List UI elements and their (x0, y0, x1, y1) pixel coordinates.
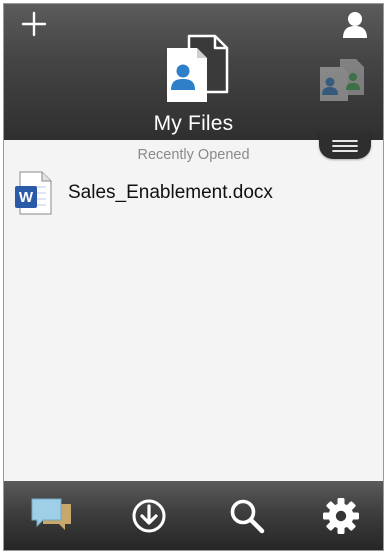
user-icon (343, 12, 367, 38)
header-bar: My Files (4, 4, 383, 140)
file-name: Sales_Enablement.docx (68, 182, 273, 203)
word-document-icon: W (15, 171, 52, 215)
download-icon (132, 499, 166, 533)
add-button[interactable] (18, 8, 50, 40)
app-frame: My Files Recently Opened W Sales_Enablem… (3, 3, 384, 551)
account-button[interactable] (337, 8, 373, 40)
documents-icon (167, 34, 229, 102)
search-button[interactable] (221, 493, 273, 539)
bottom-toolbar (4, 481, 383, 550)
settings-button[interactable] (315, 493, 367, 539)
list-item-file[interactable]: W Sales_Enablement.docx (14, 171, 369, 215)
shared-documents-icon[interactable] (316, 57, 368, 103)
settings-gear-icon (323, 498, 359, 534)
chat-button[interactable] (26, 493, 78, 539)
section-label-recently-opened: Recently Opened (137, 147, 250, 163)
plus-icon (21, 11, 47, 37)
chat-icon (31, 498, 71, 530)
search-icon (230, 499, 265, 534)
download-button[interactable] (123, 493, 175, 539)
svg-text:W: W (19, 189, 34, 206)
